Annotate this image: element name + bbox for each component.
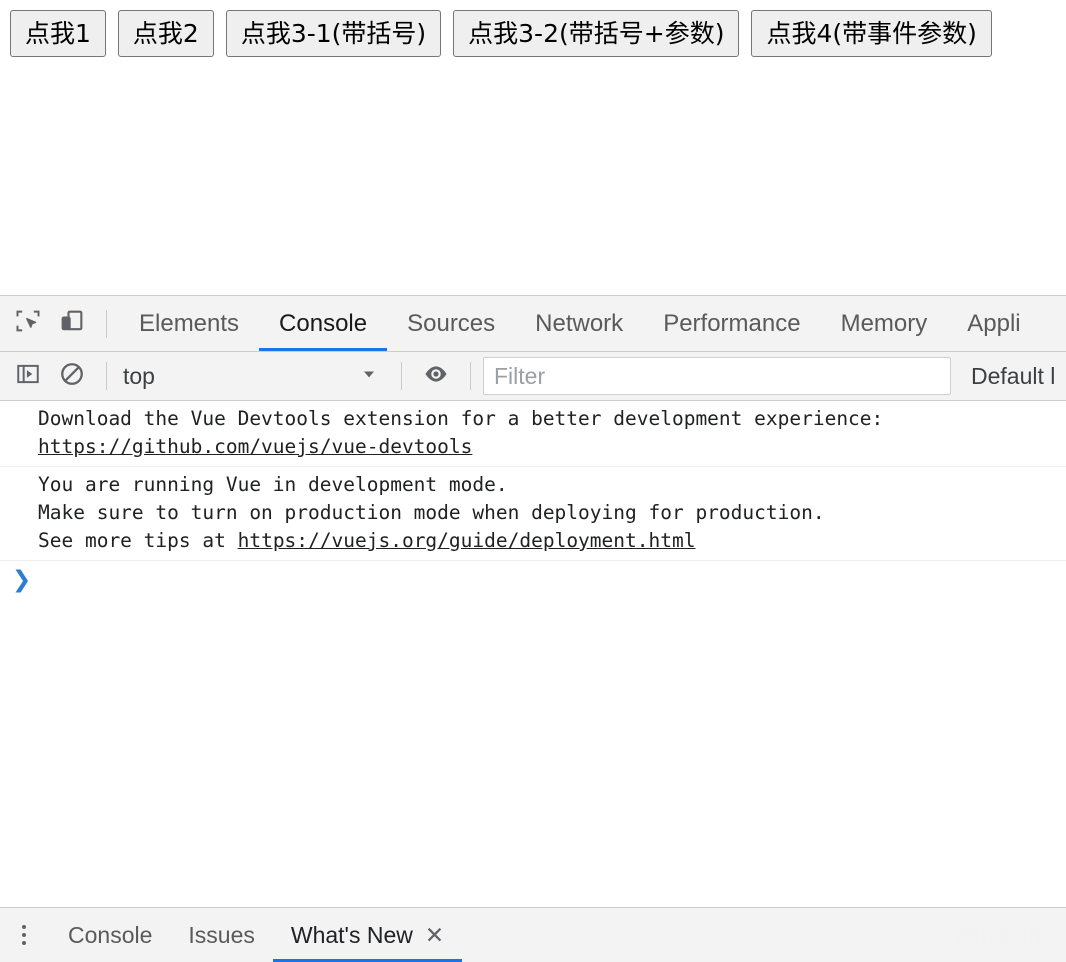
- eye-icon: [422, 360, 450, 393]
- kebab-dot: [22, 933, 26, 937]
- kebab-dot: [22, 925, 26, 929]
- console-messages: Download the Vue Devtools extension for …: [0, 401, 1066, 561]
- console-filter-input[interactable]: [483, 357, 951, 395]
- close-icon[interactable]: ✕: [425, 924, 444, 947]
- clear-console-button[interactable]: [50, 354, 94, 398]
- toolbar-divider: [470, 362, 471, 390]
- console-link[interactable]: https://github.com/vuejs/vue-devtools: [38, 435, 472, 458]
- devtools-tab-sources[interactable]: Sources: [387, 296, 515, 351]
- drawer-tab-what-s-new[interactable]: What's New ✕: [273, 908, 462, 962]
- toolbar-divider: [106, 362, 107, 390]
- more-options-button[interactable]: [8, 913, 40, 957]
- console-message-list[interactable]: Download the Vue Devtools extension for …: [0, 401, 1066, 912]
- drawer-tabbar: Console Issues What's New ✕ zhwx.cn: [0, 907, 1066, 962]
- toolbar-divider: [401, 362, 402, 390]
- devtools-tab-appli[interactable]: Appli: [947, 296, 1040, 351]
- console-sidebar-icon: [15, 361, 41, 392]
- toolbar-divider: [106, 310, 107, 338]
- console-text: See more tips at: [38, 529, 238, 552]
- console-message: Download the Vue Devtools extension for …: [0, 401, 1066, 467]
- console-link[interactable]: https://vuejs.org/guide/deployment.html: [238, 529, 696, 552]
- demo-button-row: 点我1 点我2 点我3-1(带括号) 点我3-2(带括号+参数) 点我4(带事件参数): [10, 10, 992, 57]
- devtools-window: ElementsConsoleSourcesNetworkPerformance…: [0, 295, 1066, 962]
- demo-button-1[interactable]: 点我1: [10, 10, 106, 57]
- demo-button-2[interactable]: 点我2: [118, 10, 214, 57]
- chevron-down-icon: [359, 364, 379, 389]
- devtools-tab-performance[interactable]: Performance: [643, 296, 820, 351]
- execution-context-label: top: [123, 363, 155, 390]
- clear-console-icon: [59, 361, 85, 392]
- watermark: zhwx.cn: [956, 922, 1042, 948]
- console-message-line: https://github.com/vuejs/vue-devtools: [38, 433, 1066, 461]
- inspect-element-icon: [14, 307, 42, 340]
- drawer-tab-label: Console: [68, 922, 152, 949]
- console-text: Make sure to turn on production mode whe…: [38, 501, 825, 524]
- device-toolbar-button[interactable]: [50, 302, 94, 346]
- console-message: You are running Vue in development mode.…: [0, 467, 1066, 561]
- console-text: You are running Vue in development mode.: [38, 473, 508, 496]
- device-toolbar-icon: [58, 307, 86, 340]
- console-input-prompt[interactable]: ❯: [0, 561, 1066, 601]
- console-text: Download the Vue Devtools extension for …: [38, 407, 883, 430]
- web-page-viewport: 点我1 点我2 点我3-1(带括号) 点我3-2(带括号+参数) 点我4(带事件参数): [0, 0, 1066, 295]
- drawer-tab-label: What's New: [291, 922, 413, 949]
- inspect-element-button[interactable]: [6, 302, 50, 346]
- create-live-expression-button[interactable]: [414, 354, 458, 398]
- console-message-line: Download the Vue Devtools extension for …: [38, 405, 1066, 433]
- drawer-tab-console[interactable]: Console: [50, 908, 170, 962]
- console-message-line: You are running Vue in development mode.: [38, 471, 1066, 499]
- devtools-tab-elements[interactable]: Elements: [119, 296, 259, 351]
- log-levels-selector[interactable]: Default l: [971, 363, 1055, 390]
- console-filter-toolbar: top Default l: [0, 352, 1066, 401]
- console-message-line: See more tips at https://vuejs.org/guide…: [38, 527, 1066, 555]
- devtools-tab-network[interactable]: Network: [515, 296, 643, 351]
- drawer-tab-label: Issues: [188, 922, 254, 949]
- demo-button-4[interactable]: 点我3-2(带括号+参数): [453, 10, 739, 57]
- devtools-tabbar: ElementsConsoleSourcesNetworkPerformance…: [0, 296, 1066, 352]
- console-message-line: Make sure to turn on production mode whe…: [38, 499, 1066, 527]
- console-sidebar-toggle-button[interactable]: [6, 354, 50, 398]
- demo-button-3[interactable]: 点我3-1(带括号): [226, 10, 441, 57]
- devtools-tab-memory[interactable]: Memory: [821, 296, 948, 351]
- prompt-caret-icon: ❯: [12, 569, 31, 591]
- demo-button-5[interactable]: 点我4(带事件参数): [751, 10, 991, 57]
- kebab-dot: [22, 941, 26, 945]
- drawer-tab-issues[interactable]: Issues: [170, 908, 272, 962]
- execution-context-selector[interactable]: top: [119, 358, 389, 394]
- devtools-tab-console[interactable]: Console: [259, 296, 387, 351]
- drawer-tab-list: Console Issues What's New ✕: [50, 908, 462, 962]
